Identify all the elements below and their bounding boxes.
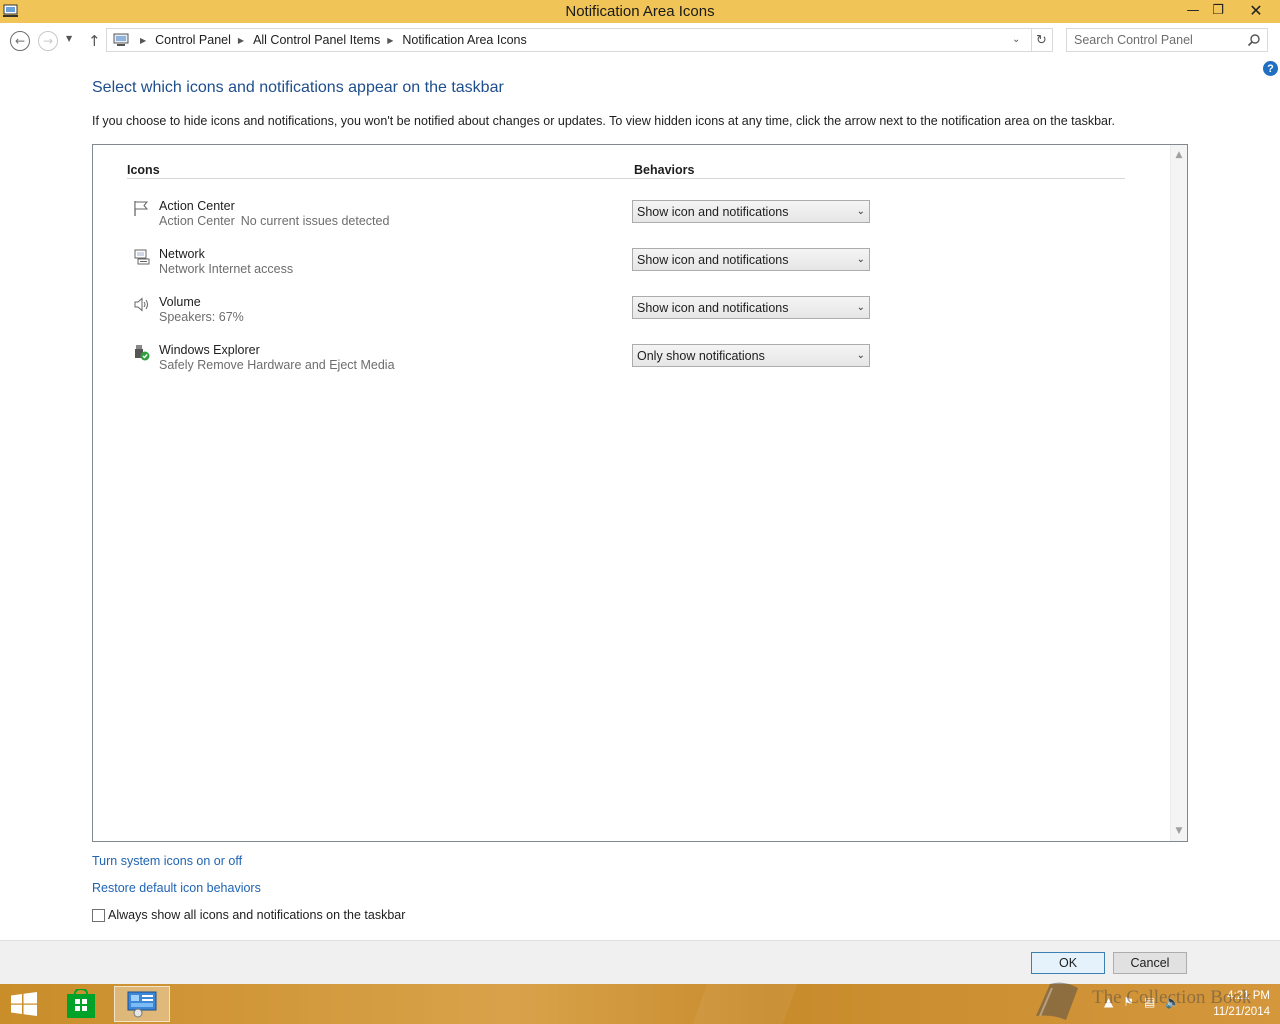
behavior-select-value: Show icon and notifications [637,301,789,315]
title-bar: Notification Area Icons — ❐ ✕ [0,0,1280,23]
behavior-select[interactable]: Show icon and notifications ⌄ [632,248,870,271]
speaker-icon[interactable]: 🔈 [1165,995,1180,1009]
taskbar: ▲ ⚑ ▤ 🔈 4:21 PM 11/21/2014 [0,984,1280,1024]
breadcrumb-control-panel[interactable]: Control Panel [155,33,231,47]
column-header-behaviors: Behaviors [634,163,695,177]
system-tray: ▲ ⚑ ▤ 🔈 [1104,995,1180,1009]
behavior-select[interactable]: Show icon and notifications ⌄ [632,296,870,319]
dialog-footer: OK Cancel [0,940,1280,984]
item-description: Speakers: 67% [159,310,244,324]
behavior-select-value: Show icon and notifications [637,253,789,267]
breadcrumb-all-items[interactable]: All Control Panel Items [253,33,380,47]
chevron-down-icon: ⌄ [856,254,865,265]
list-item: Network Network Internet access Show ico… [93,244,1153,292]
recent-locations-button[interactable]: ▼ [66,34,72,43]
refresh-button[interactable]: ↻ [1031,28,1053,52]
chevron-down-icon: ⌄ [856,302,865,313]
taskbar-clock[interactable]: 4:21 PM 11/21/2014 [1196,988,1270,1020]
behavior-select-value: Only show notifications [637,349,765,363]
cancel-button[interactable]: Cancel [1113,952,1187,974]
network-icon[interactable]: ▤ [1144,995,1155,1009]
clock-date: 11/21/2014 [1213,1006,1270,1018]
maximize-button[interactable]: ❐ [1200,0,1236,21]
list-item: Windows Explorer Safely Remove Hardware … [93,340,1153,388]
close-button[interactable]: ✕ [1238,0,1274,21]
usb-eject-icon [135,345,150,361]
chevron-down-icon: ⌄ [856,350,865,361]
item-description-source: Action Center [159,214,235,228]
up-button[interactable]: ↑ [88,32,101,50]
navigation-bar: ← → ▼ ↑ ▶ Control Panel ▶ All Control Pa… [0,23,1280,59]
breadcrumb-separator-icon[interactable]: ▶ [238,36,244,45]
control-panel-taskbar-button[interactable] [114,986,170,1022]
speaker-icon [134,297,148,312]
item-name: Action Center [159,199,235,213]
behavior-select-value: Show icon and notifications [637,205,789,219]
list-item: Volume Speakers: 67% Show icon and notif… [93,292,1153,340]
address-dropdown-icon[interactable]: ⌄ [1012,34,1020,45]
flag-icon[interactable]: ⚑ [1123,995,1134,1009]
item-description-status: No current issues detected [240,214,390,228]
address-bar[interactable]: ▶ Control Panel ▶ All Control Panel Item… [106,28,1032,52]
window-title: Notification Area Icons [565,3,715,20]
item-description: Safely Remove Hardware and Eject Media [159,358,395,372]
back-button[interactable]: ← [10,31,30,51]
search-box[interactable] [1066,28,1268,52]
refresh-icon: ↻ [1036,32,1047,48]
vertical-scrollbar[interactable]: ▲ ▼ [1170,145,1187,841]
list-item: Action Center Action Center No current is… [93,196,1153,244]
page-description: If you choose to hide icons and notifica… [92,114,1115,128]
breadcrumb: ▶ Control Panel ▶ All Control Panel Item… [133,33,527,47]
always-show-checkbox[interactable] [92,909,105,922]
item-name: Network [159,247,205,261]
network-icon [134,249,150,265]
computer-icon [113,33,129,46]
header-divider [127,178,1125,179]
icon-behaviors-list: Icons Behaviors Action Center Action Cen… [92,144,1188,842]
breadcrumb-separator-icon[interactable]: ▶ [140,36,146,45]
help-icon[interactable]: ? [1263,61,1278,76]
breadcrumb-separator-icon[interactable]: ▶ [387,36,393,45]
restore-defaults-link[interactable]: Restore default icon behaviors [92,881,261,895]
forward-arrow-icon: → [42,34,54,48]
search-input[interactable] [1067,29,1243,51]
show-hidden-icons-icon[interactable]: ▲ [1104,995,1113,1009]
clock-time: 4:21 PM [1227,990,1270,1002]
page-title: Select which icons and notifications app… [92,79,504,96]
flag-icon [134,201,149,216]
back-arrow-icon: ← [14,34,26,48]
forward-button[interactable]: → [38,31,58,51]
store-icon [67,989,95,1018]
scroll-up-icon[interactable]: ▲ [1171,147,1187,163]
behavior-select[interactable]: Show icon and notifications ⌄ [632,200,870,223]
control-panel-icon [127,991,157,1018]
always-show-label[interactable]: Always show all icons and notifications … [108,908,405,922]
column-header-icons: Icons [127,163,160,177]
turn-system-icons-link[interactable]: Turn system icons on or off [92,854,242,868]
windows-logo-icon[interactable] [10,992,38,1016]
behavior-select[interactable]: Only show notifications ⌄ [632,344,870,367]
chevron-down-icon: ⌄ [856,206,865,217]
breadcrumb-current[interactable]: Notification Area Icons [402,33,526,47]
item-description: Network Internet access [159,262,294,276]
item-name: Volume [159,295,201,309]
item-description: Action Center No current issues detected [159,214,389,228]
item-name: Windows Explorer [159,343,260,357]
search-icon[interactable] [1247,33,1261,47]
scroll-down-icon[interactable]: ▼ [1171,823,1187,839]
store-app-button[interactable] [53,986,109,1022]
ok-button[interactable]: OK [1031,952,1105,974]
